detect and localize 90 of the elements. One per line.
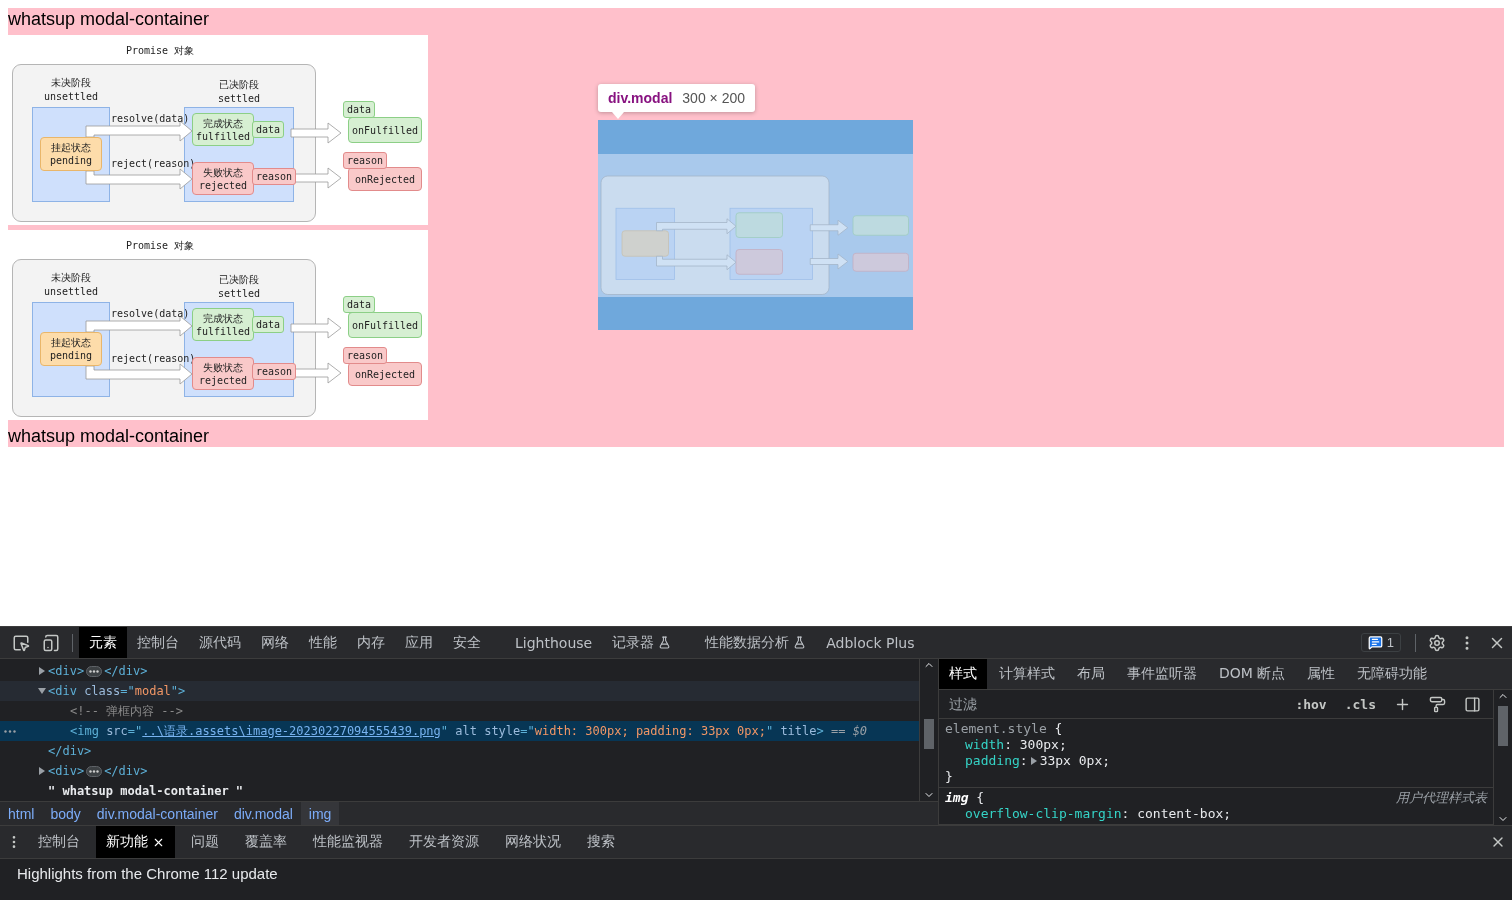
phase-label: 未决阶段 unsettled (42, 76, 100, 104)
styles-tab[interactable]: 事件监听器 (1117, 659, 1207, 689)
handler-box: onRejected (348, 167, 422, 191)
pending-state-box: 挂起状态 pending (40, 137, 102, 171)
styles-tab[interactable]: 布局 (1067, 659, 1115, 689)
dom-node-line[interactable]: <div> </div> (0, 661, 919, 681)
state-box: 失败状态 rejected (192, 357, 254, 390)
breadcrumb[interactable]: div.modal-container (88, 802, 226, 825)
drawer-tab[interactable]: 问题 (181, 826, 229, 858)
devtools-tab[interactable]: 内存 (347, 627, 395, 658)
toggle-button[interactable]: .cls (1338, 696, 1382, 712)
state-box: 完成状态 fulfilled (192, 113, 254, 146)
styles-tab[interactable]: 样式 (939, 659, 987, 689)
dom-node-line[interactable]: <div> </div> (0, 761, 919, 781)
drawer-tab[interactable]: 新功能 (96, 826, 175, 858)
toggle-button[interactable]: :hov (1289, 696, 1333, 712)
dom-node-line[interactable]: </div> (0, 741, 919, 761)
dom-node-line[interactable]: " whatsup modal-container " (0, 781, 919, 801)
state-box: 完成状态 fulfilled (192, 308, 254, 341)
value-tag: data (252, 316, 285, 333)
handler-box: onRejected (348, 362, 422, 386)
styles-tab[interactable]: 无障碍功能 (1347, 659, 1438, 689)
container-text: whatsup modal-container (8, 8, 210, 30)
hollow-arrow (290, 122, 342, 144)
devtools-tab[interactable]: 性能 (299, 627, 347, 658)
scrollbar-thumb[interactable] (1498, 706, 1508, 746)
tooltip-pointer (612, 112, 624, 119)
devtools-tab[interactable]: 性能数据分析 (695, 627, 817, 658)
drawer-heading: Highlights from the Chrome 112 update (17, 865, 278, 882)
styles-tab[interactable]: 计算样式 (989, 659, 1065, 689)
value-tag: data (343, 296, 376, 313)
value-tag: reason (343, 152, 388, 169)
expand-triangle-icon[interactable] (38, 667, 46, 675)
devtools-tab[interactable]: 记录器 (602, 627, 682, 658)
value-tag: reason (252, 168, 297, 185)
styles-tab[interactable]: DOM 断点 (1209, 659, 1296, 689)
flask-icon (793, 636, 807, 649)
value-tag: reason (252, 363, 297, 380)
value-tag: reason (343, 347, 388, 364)
devtools-tab[interactable]: Lighthouse (505, 627, 603, 658)
ellipsis-icon[interactable] (86, 765, 103, 777)
dom-node-line[interactable]: <!-- 弹框内容 --> (0, 701, 919, 721)
handler-box: onFulfilled (348, 312, 422, 338)
styles-tab[interactable]: 属性 (1297, 659, 1346, 689)
ellipsis-icon[interactable] (4, 730, 16, 733)
value-tag: data (343, 101, 376, 118)
css-declaration[interactable]: overflow-clip-margin: content-box; (945, 806, 1487, 822)
devtools-tab[interactable]: 网络 (251, 627, 299, 658)
css-selector: img { (945, 790, 985, 806)
diagram-title: Promise 对象 (126, 44, 195, 58)
ellipsis-icon[interactable] (86, 665, 103, 677)
css-declaration[interactable]: padding: 33px 0px; (945, 753, 1487, 769)
drawer-tab[interactable]: 搜索 (577, 826, 625, 858)
devtools-tab[interactable]: 元素 (79, 627, 127, 658)
diagram-title: Promise 对象 (126, 239, 195, 253)
expand-triangle-icon[interactable] (38, 767, 46, 775)
css-declaration[interactable]: width: 300px; (945, 737, 1487, 753)
flask-icon (658, 636, 672, 649)
devtools-tab[interactable]: Adblock Plus (816, 627, 925, 658)
stylesheet-source[interactable]: 用户代理样式表 (1396, 790, 1487, 806)
breadcrumb[interactable]: html (0, 802, 43, 825)
container-text: whatsup modal-container (8, 425, 210, 447)
drawer-tab[interactable]: 控制台 (28, 826, 90, 858)
devtools-tab[interactable]: 源代码 (189, 627, 251, 658)
state-box: 失败状态 rejected (192, 162, 254, 195)
phase-label: 已决阶段 settled (216, 273, 262, 301)
phase-label: 未决阶段 unsettled (42, 271, 100, 299)
issues-badge[interactable]: 1 (1360, 633, 1401, 652)
transition-label: resolve(data) (111, 308, 190, 319)
devtools-tab[interactable]: 安全 (443, 627, 491, 658)
phase-label: 已决阶段 settled (216, 78, 262, 106)
drawer-tab[interactable]: 开发者资源 (399, 826, 489, 858)
pending-state-box: 挂起状态 pending (40, 332, 102, 366)
breadcrumb[interactable]: img (300, 802, 340, 825)
hollow-arrow (290, 317, 342, 339)
devtools-tab[interactable]: 应用 (395, 627, 443, 658)
handler-box: onFulfilled (348, 117, 422, 143)
element-tooltip: div.modal 300 × 200 (598, 84, 755, 112)
breadcrumb[interactable]: div.modal (225, 802, 301, 825)
closing-brace: } (945, 769, 954, 785)
transition-label: resolve(data) (111, 113, 190, 124)
drawer-tab[interactable]: 覆盖率 (235, 826, 297, 858)
css-selector: element.style { (945, 721, 1063, 737)
devtools-tab[interactable]: 控制台 (127, 627, 189, 658)
drawer-tab[interactable]: 网络状况 (495, 826, 571, 858)
value-tag: data (252, 121, 285, 138)
expand-triangle-icon[interactable] (38, 687, 46, 695)
breadcrumb[interactable]: body (42, 802, 89, 825)
drawer-tab[interactable]: 性能监视器 (303, 826, 393, 858)
scrollbar-thumb[interactable] (924, 719, 934, 749)
